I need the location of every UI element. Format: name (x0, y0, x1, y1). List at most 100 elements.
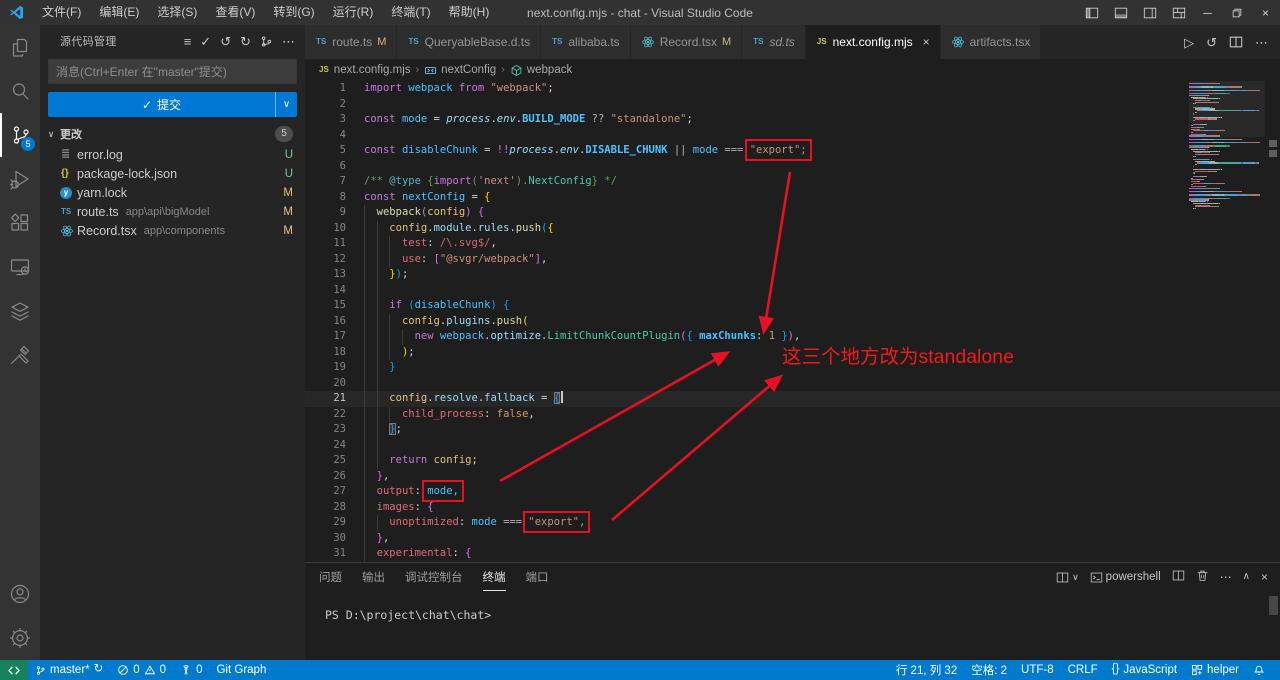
changed-file-row[interactable]: {}package-lock.jsonU (40, 164, 305, 183)
line-number[interactable]: 23 (305, 422, 346, 438)
tab-QueryableBase.d.ts[interactable]: TSQueryableBase.d.ts (397, 25, 541, 59)
line-number[interactable]: 30 (305, 531, 346, 547)
menu-item[interactable]: 转到(G) (264, 0, 323, 25)
activity-account[interactable] (0, 572, 40, 616)
toggle-secondary-sidebar-icon[interactable] (1135, 0, 1164, 25)
activity-tools[interactable] (0, 333, 40, 377)
code-line[interactable]: 8const nextConfig = { (305, 190, 1280, 206)
editor-scrollbar[interactable] (1266, 81, 1280, 562)
menu-item[interactable]: 运行(R) (324, 0, 383, 25)
more-actions-icon[interactable]: ⋯ (1220, 571, 1232, 583)
code-line[interactable]: 10 config.module.rules.push({ (305, 221, 1280, 237)
minimap[interactable] (1189, 83, 1265, 210)
line-number[interactable]: 13 (305, 267, 346, 283)
code-line[interactable]: 5const disableChunk = !!process.env.DISA… (305, 143, 1280, 159)
line-number[interactable]: 1 (305, 81, 346, 97)
code-line[interactable]: 4 (305, 128, 1280, 144)
line-number[interactable]: 19 (305, 360, 346, 376)
tab-next.config.mjs[interactable]: JSnext.config.mjs× (806, 25, 941, 59)
line-number[interactable]: 4 (305, 128, 346, 144)
line-number[interactable]: 17 (305, 329, 346, 345)
minimize-button[interactable]: ─ (1193, 0, 1222, 25)
toggle-sidebar-icon[interactable] (1077, 0, 1106, 25)
history-icon[interactable]: ↺ (1206, 36, 1217, 49)
more-icon[interactable]: ⋯ (1255, 36, 1268, 49)
line-number[interactable]: 27 (305, 484, 346, 500)
status-language-mode[interactable]: {}JavaScript (1105, 660, 1184, 680)
activity-source-control[interactable]: 5 (0, 113, 40, 157)
line-number[interactable]: 9 (305, 205, 346, 221)
breadcrumb[interactable]: JSnext.config.mjs›nextConfig›webpack (305, 59, 1280, 81)
line-number[interactable]: 24 (305, 438, 346, 454)
refresh-icon[interactable]: ↻ (240, 35, 251, 48)
menu-item[interactable]: 文件(F) (33, 0, 90, 25)
line-number[interactable]: 10 (305, 221, 346, 237)
line-number[interactable]: 8 (305, 190, 346, 206)
tab-Record.tsx[interactable]: Record.tsxM (631, 25, 743, 59)
code-line[interactable]: 14 (305, 283, 1280, 299)
code-line[interactable]: 31 experimental: { (305, 546, 1280, 562)
menu-item[interactable]: 帮助(H) (440, 0, 499, 25)
undo-icon[interactable]: ↺ (220, 35, 231, 48)
panel-tab-输出[interactable]: 输出 (362, 563, 385, 591)
line-number[interactable]: 20 (305, 376, 346, 392)
line-number[interactable]: 28 (305, 500, 346, 516)
toggle-panel-icon[interactable] (1106, 0, 1135, 25)
panel-tab-问题[interactable]: 问题 (319, 563, 342, 591)
tab-sd.ts[interactable]: TSsd.ts (742, 25, 806, 59)
line-number[interactable]: 22 (305, 407, 346, 423)
scrollbar-thumb[interactable] (1269, 140, 1277, 147)
line-number[interactable]: 16 (305, 314, 346, 330)
activity-extensions[interactable] (0, 201, 40, 245)
code-line[interactable]: 9 webpack(config) { (305, 205, 1280, 221)
code-line[interactable]: 27 output: mode, (305, 484, 1280, 500)
kill-terminal-icon[interactable] (1196, 569, 1209, 585)
changed-file-row[interactable]: TSroute.tsapp\api\bigModelM (40, 202, 305, 221)
status-helper[interactable]: helper (1184, 660, 1246, 680)
code-line[interactable]: 24 (305, 438, 1280, 454)
activity-remote-explorer[interactable] (0, 245, 40, 289)
activity-search[interactable] (0, 69, 40, 113)
code-line[interactable]: 30 }, (305, 531, 1280, 547)
menu-item[interactable]: 编辑(E) (90, 0, 148, 25)
code-line[interactable]: 26 }, (305, 469, 1280, 485)
code-line[interactable]: 16 config.plugins.push( (305, 314, 1280, 330)
changed-file-row[interactable]: Record.tsxapp\componentsM (40, 221, 305, 240)
code-line[interactable]: 13 }); (305, 267, 1280, 283)
line-number[interactable]: 11 (305, 236, 346, 252)
breadcrumb-item[interactable]: JSnext.config.mjs (318, 64, 411, 76)
status-problems[interactable]: 00 (110, 660, 173, 680)
view-list-icon[interactable]: ≡ (184, 35, 192, 48)
status-eol[interactable]: CRLF (1061, 660, 1105, 680)
menu-item[interactable]: 终端(T) (382, 0, 439, 25)
line-number[interactable]: 2 (305, 97, 346, 113)
status-remote-indicator[interactable] (0, 660, 28, 680)
editor[interactable]: 1import webpack from "webpack";23const m… (305, 81, 1280, 562)
commit-dropdown-button[interactable]: ∨ (275, 92, 297, 117)
status-forwarded-ports[interactable]: 0 (173, 660, 209, 680)
tab-alibaba.ts[interactable]: TSalibaba.ts (541, 25, 631, 59)
menu-item[interactable]: 选择(S) (148, 0, 206, 25)
code-line[interactable]: 21 config.resolve.fallback = { (305, 391, 1280, 407)
menu-item[interactable]: 查看(V) (206, 0, 264, 25)
commit-button[interactable]: ✓ 提交 ∨ (48, 92, 297, 117)
terminal-profile-item[interactable]: powershell (1090, 571, 1161, 584)
line-number[interactable]: 18 (305, 345, 346, 361)
tab-route.ts[interactable]: TSroute.tsM (305, 25, 397, 59)
terminal[interactable]: PS D:\project\chat\chat> (305, 591, 1280, 623)
code-line[interactable]: 2 (305, 97, 1280, 113)
changes-section-header[interactable]: ∨ 更改 5 (40, 123, 305, 145)
terminal-scrollbar[interactable] (1269, 596, 1278, 615)
run-icon[interactable]: ▷ (1184, 36, 1194, 49)
more-icon[interactable]: ⋯ (282, 35, 295, 48)
line-number[interactable]: 31 (305, 546, 346, 562)
code-line[interactable]: 1import webpack from "webpack"; (305, 81, 1280, 97)
code-line[interactable]: 18 ); (305, 345, 1280, 361)
code-line[interactable]: 19 } (305, 360, 1280, 376)
status-git-graph[interactable]: Git Graph (209, 660, 273, 680)
status-indentation[interactable]: 空格: 2 (964, 660, 1014, 680)
panel-tab-调试控制台[interactable]: 调试控制台 (405, 563, 463, 591)
commit-message-input[interactable] (48, 59, 297, 84)
changed-file-row[interactable]: ≣error.logU (40, 145, 305, 164)
close-panel-icon[interactable]: × (1261, 571, 1268, 583)
